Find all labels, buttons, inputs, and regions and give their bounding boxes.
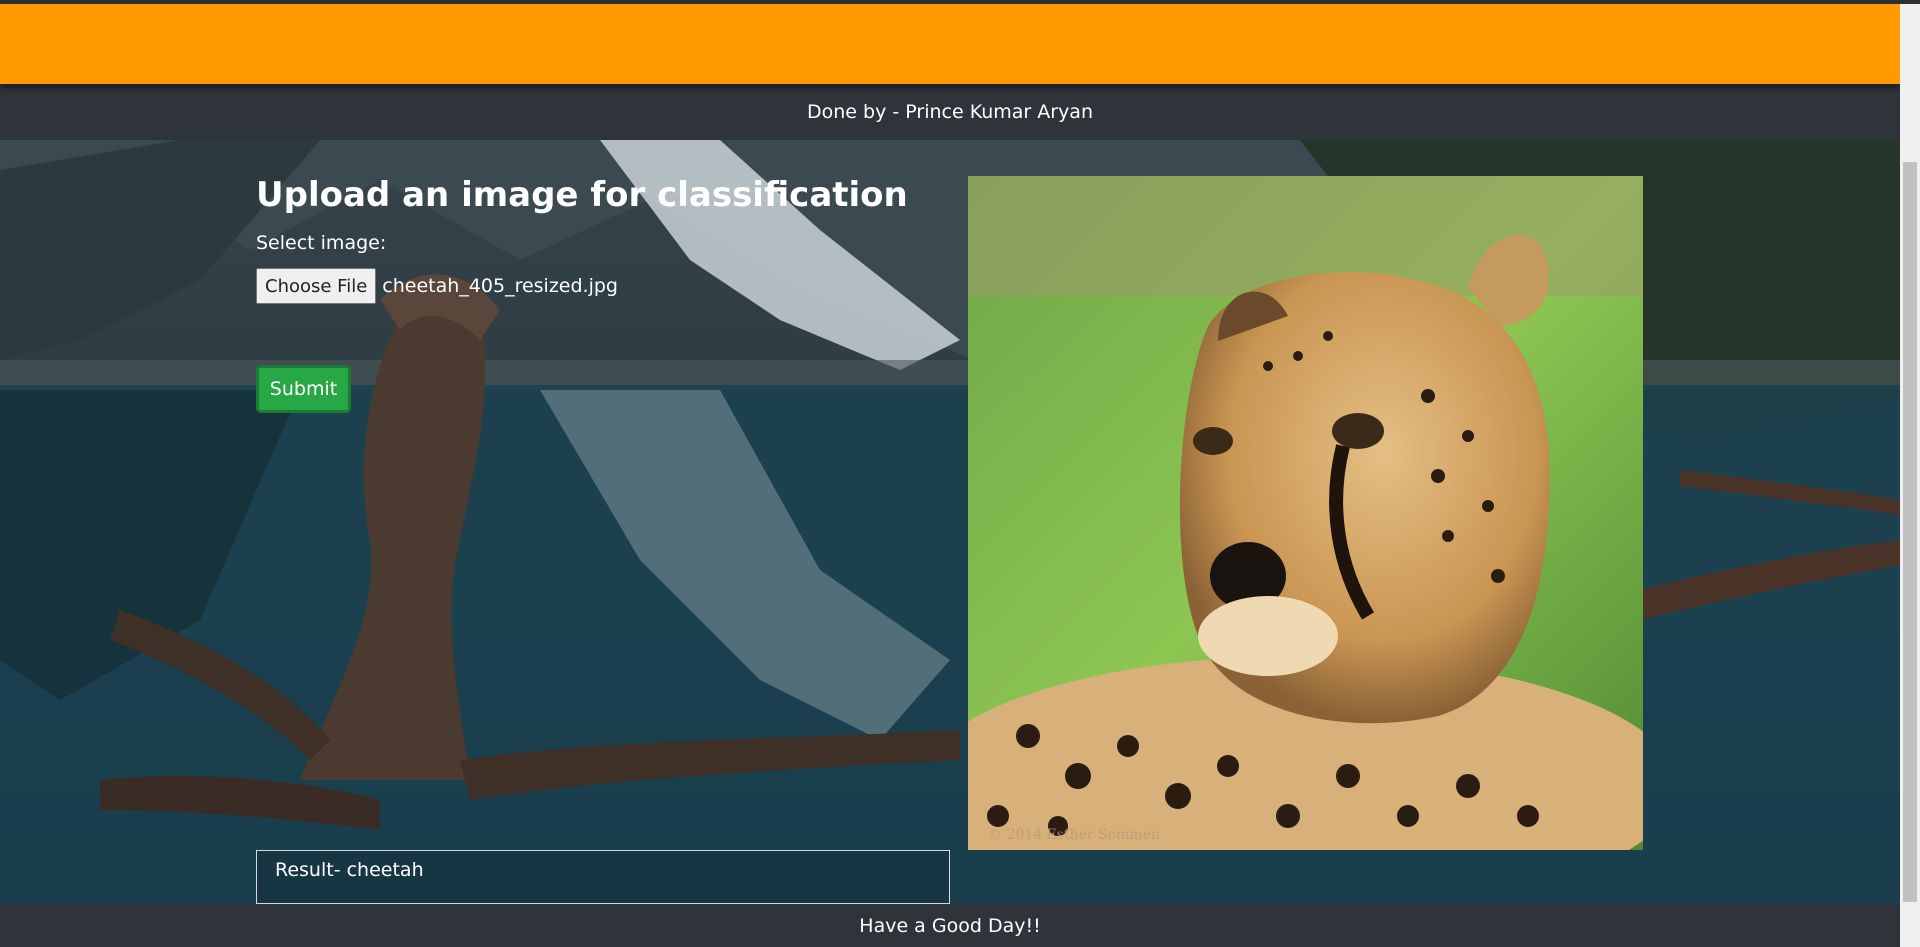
- footer-bar: Have a Good Day!!: [0, 904, 1900, 947]
- file-input[interactable]: Choose File cheetah_405_resized.jpg: [256, 268, 618, 304]
- select-image-label: Select image:: [256, 232, 387, 254]
- page: Done by - Prince Kumar Aryan Upload an i…: [0, 0, 1920, 947]
- footer-message: Have a Good Day!!: [859, 914, 1041, 937]
- uploaded-image-preview: © 2014 Esther Sommen: [968, 176, 1643, 850]
- choose-file-button[interactable]: Choose File: [256, 268, 377, 304]
- scrollbar-thumb[interactable]: [1903, 162, 1917, 902]
- credit-bar: Done by - Prince Kumar Aryan: [0, 84, 1900, 140]
- orange-header-bar: [0, 4, 1900, 84]
- cheetah-photo-icon: © 2014 Esther Sommen: [968, 176, 1643, 850]
- selected-file-name: cheetah_405_resized.jpg: [382, 275, 618, 297]
- page-heading: Upload an image for classification: [256, 175, 908, 215]
- submit-button[interactable]: Submit: [256, 365, 351, 413]
- vertical-scrollbar[interactable]: [1900, 4, 1920, 947]
- credit-text: Done by - Prince Kumar Aryan: [807, 101, 1093, 123]
- result-text: Result- cheetah: [275, 859, 424, 881]
- photo-watermark: © 2014 Esther Sommen: [988, 827, 1160, 843]
- result-box: Result- cheetah: [256, 850, 950, 904]
